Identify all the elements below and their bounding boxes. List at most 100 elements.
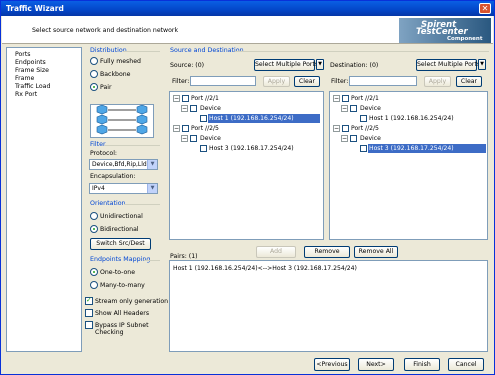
radio-backbone[interactable] [90,70,98,78]
label-fully-meshed: Fully meshed [100,58,141,65]
radio-many-to-many[interactable] [90,281,98,289]
dest-apply-button[interactable]: Apply [424,76,451,87]
tree-checkbox[interactable] [360,145,367,152]
tree-checkbox[interactable] [200,115,207,122]
source-count-label: Source: (0) [170,62,205,69]
pair-topology-icon [96,104,148,135]
tree-node-device[interactable]: Device [360,135,381,142]
label-many-to-many: Many-to-many [100,282,145,289]
tree-node-host-3[interactable]: Host 3 (192.168.17.254/24) [369,145,454,152]
distribution-title: Distribution [90,47,127,54]
finish-button[interactable]: Finish [404,358,440,371]
dest-select-multiple-button[interactable]: Select Multiple Ports [416,59,480,71]
tree-checkbox[interactable] [342,125,349,132]
tree-node-port-2-1[interactable]: Port //2/1 [191,95,219,102]
spirent-logo: Spirent TestCenter Component [399,18,491,43]
logo-line-3: Component [447,36,483,42]
collapse-icon[interactable]: − [181,135,188,142]
collapse-icon[interactable]: − [333,125,340,132]
nav-item-frame[interactable]: Frame [15,75,34,82]
tree-node-device[interactable]: Device [200,105,221,112]
switch-src-dest-button[interactable]: Switch Src/Dest [90,238,151,250]
radio-fully-meshed[interactable] [90,57,98,65]
destination-tree[interactable]: − Port //2/1 − Device Host 1 (192.168.16… [329,91,488,240]
add-button[interactable]: Add [256,246,296,258]
mapping-title: Endpoints Mapping [90,256,151,263]
remove-all-button[interactable]: Remove All [354,246,398,258]
nav-item-frame-size[interactable]: Frame Size [15,67,49,74]
encapsulation-value: IPv4 [92,185,105,192]
tree-node-device[interactable]: Device [200,135,221,142]
chevron-down-icon[interactable]: ▼ [147,160,157,169]
tree-node-device[interactable]: Device [360,105,381,112]
tree-node-port-2-5[interactable]: Port //2/5 [351,125,379,132]
next-button[interactable]: Next> [358,358,394,371]
source-apply-button[interactable]: Apply [263,76,290,87]
radio-bidirectional[interactable] [90,225,98,233]
collapse-icon[interactable]: − [173,125,180,132]
sd-divider [235,51,489,52]
pair-topology-diagram [90,104,154,138]
radio-pair[interactable] [90,83,98,91]
tree-checkbox[interactable] [360,115,367,122]
tree-node-host-3[interactable]: Host 3 (192.168.17.254/24) [209,145,294,152]
pair-row[interactable]: Host 1 (192.168.16.254/24)<-->Host 3 (19… [173,265,357,272]
checkbox-show-all-headers[interactable] [85,309,93,317]
tree-node-port-2-5[interactable]: Port //2/5 [191,125,219,132]
watermark-text: 中关村在线 [367,328,413,338]
dest-clear-button[interactable]: Clear [456,76,482,87]
cancel-button[interactable]: Cancel [448,358,484,371]
collapse-icon[interactable]: − [341,105,348,112]
tree-checkbox[interactable] [350,135,357,142]
wizard-header: Select source network and destination ne… [2,16,493,44]
nav-item-traffic-load[interactable]: Traffic Load [15,83,50,90]
source-clear-button[interactable]: Clear [294,76,320,87]
label-bidirectional: Bidirectional [100,226,139,233]
orientation-title: Orientation [90,200,126,207]
tree-checkbox[interactable] [190,135,197,142]
close-icon[interactable]: ✕ [479,3,491,14]
protocol-value: Device,Bfd,Rip,Lld... [92,161,153,168]
label-pair: Pair [100,84,112,91]
title-bar[interactable]: Traffic Wizard ✕ [1,1,494,16]
source-select-multiple-button[interactable]: Select Multiple Ports [254,59,318,71]
tree-checkbox[interactable] [190,105,197,112]
tree-checkbox[interactable] [342,95,349,102]
source-tree[interactable]: − Port //2/1 − Device Host 1 (192.168.16… [169,91,324,240]
nav-item-endpoints[interactable]: Endpoints [15,59,46,66]
encapsulation-select[interactable]: IPv4 ▼ [89,183,158,194]
tree-checkbox[interactable] [350,105,357,112]
chevron-down-icon[interactable]: ▼ [147,184,157,193]
filter-divider [105,145,160,146]
tree-node-port-2-1[interactable]: Port //2/1 [351,95,379,102]
radio-one-to-one[interactable] [90,268,98,276]
tree-checkbox[interactable] [182,95,189,102]
source-filter-label: Filter: [172,78,190,85]
tree-checkbox[interactable] [182,125,189,132]
checkbox-stream-only[interactable] [85,296,93,305]
remove-button[interactable]: Remove [304,246,350,258]
instruction-text: Select source network and destination ne… [32,27,179,34]
nav-item-ports[interactable]: Ports [15,51,31,58]
label-backbone: Backbone [100,71,131,78]
collapse-icon[interactable]: − [341,135,348,142]
label-unidirectional: Unidirectional [100,213,143,220]
dest-dropdown-icon[interactable]: ▼ [478,59,486,70]
collapse-icon[interactable]: − [333,95,340,102]
dest-count-label: Destination: (0) [330,62,379,69]
protocol-label: Protocol: [90,150,118,157]
radio-unidirectional[interactable] [90,212,98,220]
tree-node-host-1[interactable]: Host 1 (192.168.16.254/24) [369,115,454,122]
previous-button[interactable]: <Previous [314,358,350,371]
nav-item-rx-port[interactable]: Rx Port [15,91,37,98]
checkbox-bypass-ip-subnet[interactable] [85,321,93,329]
source-dropdown-icon[interactable]: ▼ [316,59,324,70]
dest-filter-input[interactable] [349,76,417,86]
collapse-icon[interactable]: − [181,105,188,112]
protocol-select[interactable]: Device,Bfd,Rip,Lld... ▼ [89,159,158,170]
wizard-nav: Ports Endpoints Frame Size Frame Traffic… [6,47,82,352]
source-filter-input[interactable] [190,76,256,86]
collapse-icon[interactable]: − [173,95,180,102]
tree-checkbox[interactable] [200,145,207,152]
tree-node-host-1[interactable]: Host 1 (192.168.16.254/24) [209,115,294,122]
